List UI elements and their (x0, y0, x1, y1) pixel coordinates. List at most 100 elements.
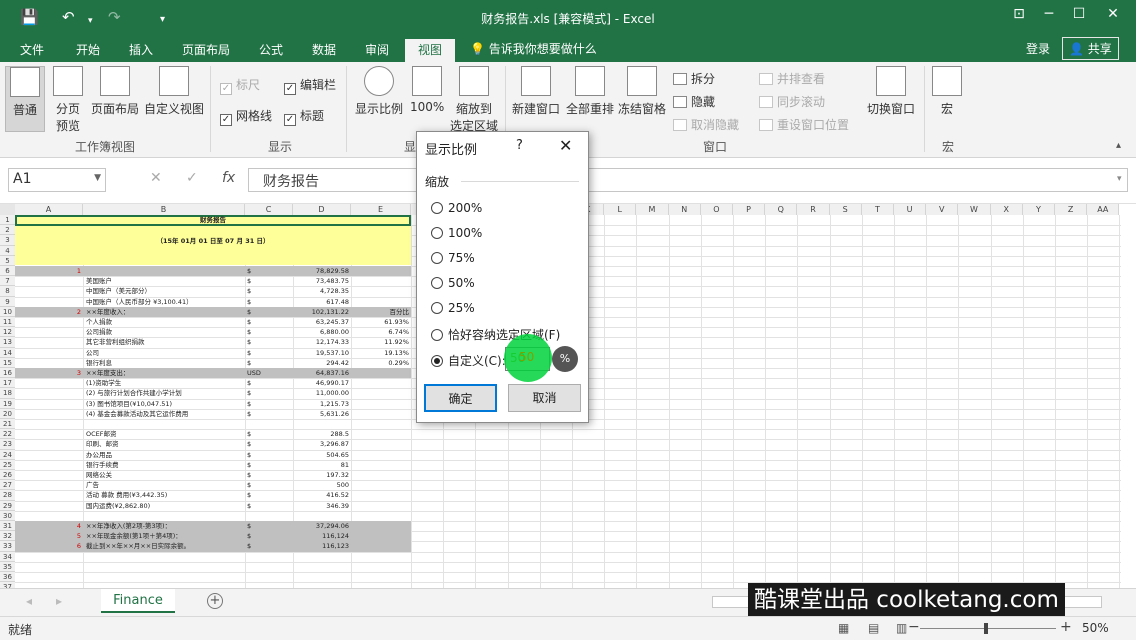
cell-d[interactable]: 6,880.00 (293, 327, 349, 337)
page-layout-view-button[interactable]: 页面布局 (90, 66, 140, 117)
hide-button[interactable]: 隐藏 (673, 93, 715, 110)
cell-d[interactable]: 116,124 (293, 531, 349, 541)
name-box[interactable]: A1 ▼ (8, 168, 106, 192)
cell-c[interactable]: $ (247, 276, 293, 286)
cell-b[interactable]: 银行手续费 (86, 460, 246, 470)
row-header[interactable]: 27 (0, 480, 15, 491)
cell-c[interactable]: $ (247, 317, 293, 327)
column-header[interactable]: Q (765, 204, 798, 215)
page-layout-view-icon[interactable]: ▤ (868, 621, 879, 635)
login-link[interactable]: 登录 (1026, 40, 1050, 57)
normal-view-icon[interactable]: ▦ (838, 621, 849, 635)
row-header[interactable]: 32 (0, 531, 15, 542)
cell-d[interactable]: 46,990.17 (293, 378, 349, 388)
normal-view-button[interactable]: 普通 (5, 66, 45, 132)
row-header[interactable]: 21 (0, 419, 15, 430)
row-header[interactable]: 22 (0, 429, 15, 440)
row-header[interactable]: 13 (0, 337, 15, 348)
row-header[interactable]: 18 (0, 388, 15, 399)
cell-num[interactable]: 3 (15, 368, 81, 378)
cell-b[interactable]: 美国账户 (86, 276, 246, 286)
row-header[interactable]: 19 (0, 398, 15, 409)
zoom-in-icon[interactable]: + (1060, 619, 1072, 635)
page-break-preview-button[interactable]: 分页 预览 (50, 66, 86, 134)
column-header[interactable]: X (990, 204, 1023, 215)
zoom-25-radio[interactable]: 25% (431, 301, 475, 315)
sync-scroll-button[interactable]: 同步滚动 (759, 93, 825, 110)
cell-d[interactable]: 504.65 (293, 450, 349, 460)
cell-b[interactable]: ××年度收入： (86, 307, 246, 317)
cell-c[interactable]: $ (247, 297, 293, 307)
cell-b[interactable]: 其它非营利组织捐款 (86, 337, 246, 347)
column-header[interactable]: E (351, 204, 411, 215)
row-header[interactable]: 1 (0, 215, 15, 226)
cell-b[interactable]: 国内运费(¥2,862.80) (86, 501, 246, 511)
zoom-75-radio[interactable]: 75% (431, 251, 475, 265)
cell-b[interactable]: ××年现金余额(第1项＋第4项)： (86, 531, 246, 541)
tab-home[interactable]: 开始 (68, 39, 108, 62)
zoom-out-icon[interactable]: − (908, 619, 920, 635)
row-header[interactable]: 35 (0, 561, 15, 572)
cell-b[interactable]: ××年度支出： (86, 368, 246, 378)
row-header[interactable]: 12 (0, 327, 15, 338)
row-header[interactable]: 24 (0, 449, 15, 460)
cell-b[interactable]: (1)资助学生 (86, 378, 246, 388)
zoom-to-selection-button[interactable]: 缩放到 选定区域 (449, 66, 499, 134)
tab-file[interactable]: 文件 (12, 39, 52, 62)
ok-button[interactable]: 确定 (424, 384, 497, 412)
cell-d[interactable]: 12,174.33 (293, 337, 349, 347)
cell-b[interactable]: 银行利息 (86, 358, 246, 368)
switch-windows-button[interactable]: 切换窗口 (864, 66, 918, 117)
column-header[interactable]: C (245, 204, 293, 215)
cell-c[interactable]: $ (247, 358, 293, 368)
column-header[interactable]: M (636, 204, 669, 215)
add-sheet-icon[interactable]: + (207, 593, 223, 609)
cell-c[interactable]: $ (247, 266, 293, 276)
row-header[interactable]: 16 (0, 368, 15, 379)
zoom-200-radio[interactable]: 200% (431, 201, 482, 215)
chevron-down-icon[interactable]: ▼ (94, 173, 101, 183)
zoom-slider-thumb[interactable] (984, 623, 988, 634)
cell-c[interactable]: $ (247, 450, 293, 460)
tab-data[interactable]: 数据 (304, 39, 344, 62)
close-icon[interactable]: ✕ (559, 136, 572, 155)
cell-b[interactable]: (2) 与旅行计划合作共建小学计划 (86, 388, 246, 398)
cell-c[interactable]: USD (247, 368, 293, 378)
collapse-ribbon-icon[interactable]: ▴ (1116, 140, 1121, 151)
ruler-checkbox[interactable]: ✓ 标尺 (220, 76, 260, 95)
cell-c[interactable]: $ (247, 327, 293, 337)
cell-b[interactable]: 活动 募款 费用(¥3,442.35) (86, 490, 246, 500)
cell-b[interactable]: 公司捐款 (86, 327, 246, 337)
macros-button[interactable]: 宏 (930, 66, 964, 117)
cell-d[interactable]: 1,215.73 (293, 399, 349, 409)
cell-c[interactable]: $ (247, 399, 293, 409)
row-header[interactable]: 3 (0, 235, 15, 246)
cell-c[interactable]: $ (247, 429, 293, 439)
cell-c[interactable]: $ (247, 531, 293, 541)
ribbon-options-icon[interactable]: ⊡ (1004, 6, 1034, 22)
cell-d[interactable]: 294.42 (293, 358, 349, 368)
maximize-button[interactable]: ☐ (1064, 6, 1094, 22)
cell-d[interactable]: 5,631.26 (293, 409, 349, 419)
cell-c[interactable]: $ (247, 388, 293, 398)
tab-insert[interactable]: 插入 (121, 39, 161, 62)
reset-position-button[interactable]: 重设窗口位置 (759, 116, 849, 133)
cell-d[interactable]: 3,296.87 (293, 439, 349, 449)
cell-b[interactable]: 中国账户（美元部分） (86, 286, 246, 296)
row-header[interactable]: 26 (0, 470, 15, 481)
row-header[interactable]: 36 (0, 572, 15, 583)
row-header[interactable]: 5 (0, 255, 15, 266)
row-header[interactable]: 15 (0, 357, 15, 368)
unhide-button[interactable]: 取消隐藏 (673, 116, 739, 133)
zoom-100-radio[interactable]: 100% (431, 226, 482, 240)
cell-b[interactable]: ××年净收入(第2项-第3项)： (86, 521, 246, 531)
cell-e[interactable]: 百分比 (351, 307, 410, 317)
column-header[interactable]: S (829, 204, 862, 215)
prev-sheet-icon[interactable]: ◂ (26, 594, 32, 608)
column-header[interactable]: D (293, 204, 351, 215)
cell-d[interactable]: 288.5 (293, 429, 349, 439)
cell-c[interactable]: $ (247, 286, 293, 296)
row-header[interactable]: 23 (0, 439, 15, 450)
cell-d[interactable]: 11,000.00 (293, 388, 349, 398)
column-header[interactable]: V (926, 204, 959, 215)
